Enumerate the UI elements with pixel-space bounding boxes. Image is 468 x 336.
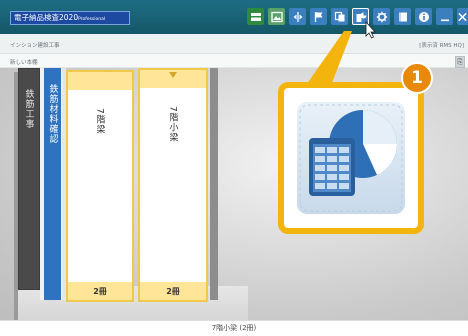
- flag-icon: [314, 11, 322, 22]
- binder-spine-1[interactable]: 鉄筋工事: [18, 68, 40, 290]
- step-number-badge: 1: [401, 62, 433, 94]
- binder-count: 2冊: [166, 287, 180, 296]
- bookmark-button[interactable]: ⎘: [455, 56, 465, 68]
- book-chart-icon: [356, 12, 366, 22]
- binder-label: 鉄筋材料確認: [47, 84, 58, 144]
- binder-label: 鉄筋工事: [23, 89, 34, 129]
- minimize-button[interactable]: [436, 8, 453, 25]
- binder-spine-3[interactable]: 7階梁 2冊: [66, 70, 134, 302]
- app-title: 電子納品検査2020Professional: [10, 11, 130, 25]
- status-footer: 7階小梁 (2冊): [0, 320, 468, 336]
- breadcrumb[interactable]: 新しい本棚: [10, 58, 38, 66]
- binder-spine-4[interactable]: 7階小梁 2冊: [138, 68, 208, 302]
- selected-marker-icon: [169, 72, 177, 78]
- shelf-icon: [250, 12, 261, 21]
- bookmark-icon: ⎘: [457, 58, 463, 66]
- toolbar-image-button[interactable]: [268, 8, 285, 25]
- book-chart-large-icon: [297, 102, 405, 214]
- app-edition: Professional: [78, 17, 106, 22]
- minimize-icon: [440, 19, 449, 21]
- project-bar: インション建設工事 [表示済 RMS HQ]: [0, 34, 468, 54]
- breadcrumb-bar: 新しい本棚 ⎘: [0, 54, 468, 68]
- toolbar-copy-button[interactable]: [331, 8, 348, 25]
- info-icon: [418, 11, 429, 22]
- copy-icon: [334, 11, 344, 21]
- toolbar-settings-button[interactable]: [373, 8, 390, 25]
- close-button[interactable]: [457, 8, 468, 25]
- toolbar-flag-button[interactable]: [310, 8, 327, 25]
- gear-icon: [376, 11, 387, 22]
- binder-count: 2冊: [93, 287, 107, 296]
- close-icon: [458, 12, 467, 21]
- selected-binder-status: 7階小梁 (2冊): [211, 324, 257, 332]
- binder-label: 7階梁: [94, 108, 105, 135]
- toolbar-book-chart-button[interactable]: [352, 8, 369, 25]
- book-icon: [398, 12, 407, 21]
- binder-label: 7階小梁: [167, 106, 178, 143]
- app-title-text: 電子納品検査2020: [14, 13, 79, 22]
- toolbar-split-button[interactable]: [289, 8, 306, 25]
- shelf-divider: [210, 68, 218, 300]
- project-name: インション建設工事: [10, 43, 60, 49]
- split-arrows-icon: [293, 11, 302, 22]
- toolbar-manual-button[interactable]: [394, 8, 411, 25]
- toolbar-info-button[interactable]: [415, 8, 432, 25]
- toolbar-shelf-button[interactable]: [247, 8, 264, 25]
- binder-spine-2[interactable]: 鉄筋材料確認: [40, 68, 66, 300]
- image-icon: [270, 11, 283, 22]
- binder-top-band: [68, 72, 132, 90]
- view-mode-label: [表示済 RMS HQ]: [419, 43, 464, 49]
- title-bar: 電子納品検査2020Professional: [0, 0, 468, 34]
